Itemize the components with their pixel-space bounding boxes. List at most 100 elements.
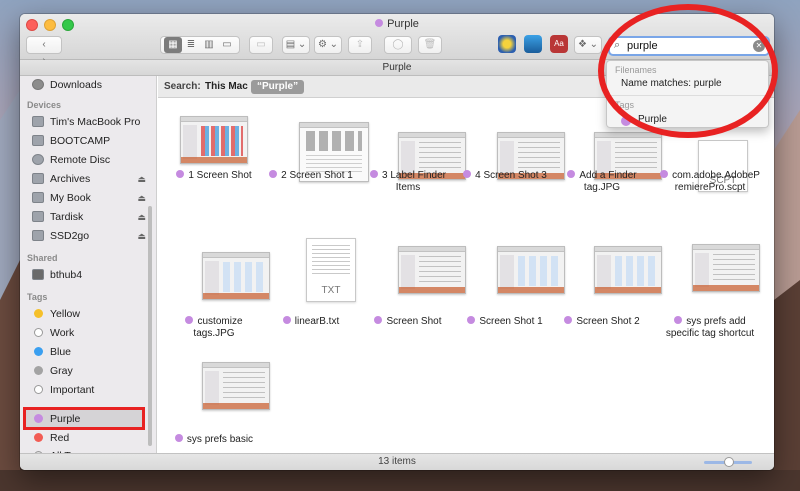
search-input[interactable]	[627, 39, 747, 53]
file-name-text: Screen Shot 2	[576, 316, 640, 327]
sidebar-item-macbook[interactable]: Tim's MacBook Pro	[32, 113, 156, 131]
file-name: linearB.txt	[261, 316, 361, 328]
file-item[interactable]: TXT linearB.txt	[261, 226, 361, 336]
sidebar-tag-blue[interactable]: Blue	[32, 343, 156, 361]
file-item[interactable]: Screen Shot 2	[552, 226, 662, 336]
scope-this-mac[interactable]: This Mac	[205, 76, 248, 98]
sidebar-scrollbar[interactable]	[148, 206, 152, 446]
sidebar-tag-work[interactable]: Work	[32, 324, 156, 342]
clear-search-icon[interactable]: ✕	[753, 40, 765, 52]
purple-tag-dot-icon	[176, 170, 185, 178]
file-name: customize tags.JPG	[164, 316, 264, 340]
app-shortcut-icon[interactable]	[498, 35, 516, 53]
icon-view-button[interactable]: ▦	[164, 37, 182, 53]
purple-tag-icon	[34, 414, 43, 423]
search-suggestions-popup: Filenames Name matches: purple Tags Purp…	[606, 60, 769, 128]
file-item[interactable]: Screen Shot 1	[455, 226, 565, 336]
purple-tag-dot-icon	[674, 316, 683, 324]
sidebar-item-remote-disc[interactable]: Remote Disc	[32, 151, 156, 169]
file-item[interactable]: 2 Screen Shot 1	[261, 106, 369, 216]
sidebar-item-label: Red	[50, 432, 70, 444]
red-tag-icon	[34, 433, 43, 442]
arrange-button[interactable]: ▤ ⌄	[282, 36, 310, 54]
action-button[interactable]: ⚙ ⌄	[314, 36, 342, 54]
screenshot-thumbnail	[692, 244, 760, 292]
trash-button[interactable]: 🗑	[418, 36, 442, 54]
sidebar-tag-red[interactable]: Red	[32, 429, 156, 447]
file-name: 2 Screen Shot 1	[261, 170, 361, 182]
sidebar-tag-purple[interactable]: Purple	[32, 410, 156, 428]
sidebar-item-ssd2go[interactable]: SSD2go ⏏	[32, 227, 156, 245]
sidebar-tag-important[interactable]: Important	[32, 381, 156, 399]
network-display-icon	[32, 269, 44, 280]
sidebar-item-label: Downloads	[50, 79, 102, 91]
sidebar-item-bthub4[interactable]: bthub4	[32, 266, 156, 284]
suggestion-name-matches[interactable]: Name matches: purple	[621, 78, 722, 89]
purple-tag-dot-icon	[374, 316, 383, 324]
icon-size-slider-knob[interactable]	[724, 457, 734, 467]
file-name: 4 Screen Shot 3	[455, 170, 555, 182]
downloads-icon	[32, 79, 44, 90]
back-forward-group: ‹›	[26, 36, 62, 66]
purple-tag-dot-icon	[375, 19, 384, 27]
file-name-text: 4 Screen Shot 3	[475, 170, 547, 181]
purple-tag-dot-icon	[174, 434, 183, 442]
status-bar: 13 items	[20, 453, 774, 470]
list-view-button[interactable]: ≣	[182, 37, 200, 53]
file-item[interactable]: 1 Screen Shot	[164, 106, 264, 216]
file-name-text: linearB.txt	[294, 316, 340, 327]
popup-divider	[607, 95, 768, 96]
file-name: 1 Screen Shot	[164, 170, 264, 182]
sidebar-item-downloads[interactable]: Downloads	[32, 76, 156, 94]
file-item[interactable]: 3 Label Finder Items	[358, 106, 466, 216]
yellow-tag-icon	[34, 309, 43, 318]
text-file-icon: TXT	[306, 238, 356, 302]
file-name-text: 2 Screen Shot 1	[281, 170, 353, 181]
screenshot-thumbnail	[202, 362, 270, 410]
view-mode-group: ▦ ≣ ▥ ▭	[160, 36, 240, 54]
eject-icon[interactable]: ⏏	[137, 170, 146, 188]
suggestion-tag-purple[interactable]: Purple	[638, 114, 667, 125]
new-folder-button[interactable]: ▭	[249, 36, 273, 54]
gallery-view-button[interactable]: ▭	[218, 37, 236, 53]
laptop-icon	[32, 116, 44, 127]
screenshot-thumbnail	[594, 246, 662, 294]
file-item[interactable]: sys prefs basic	[164, 346, 270, 446]
file-item[interactable]: sys prefs add specific tag shortcut	[660, 226, 760, 339]
layers-app-icon[interactable]	[524, 35, 542, 53]
file-item[interactable]: 4 Screen Shot 3	[455, 106, 565, 216]
purple-tag-dot-icon	[269, 170, 278, 178]
sidebar-item-label: Tim's MacBook Pro	[50, 116, 141, 128]
empty-tag-icon	[34, 328, 43, 337]
edit-tags-button[interactable]: ◯	[384, 36, 412, 54]
search-field[interactable]: ⌕ ✕	[608, 36, 770, 56]
sidebar-section-tags: Tags	[27, 292, 48, 302]
eject-icon[interactable]: ⏏	[137, 189, 146, 207]
item-count: 13 items	[378, 456, 416, 467]
sidebar-tag-yellow[interactable]: Yellow	[32, 305, 156, 323]
purple-tag-dot-icon	[660, 170, 669, 178]
sidebar-item-my-book[interactable]: My Book ⏏	[32, 189, 156, 207]
dictionary-app-icon[interactable]: Aa	[550, 35, 568, 53]
back-button[interactable]: ‹	[35, 37, 53, 53]
file-item[interactable]: customize tags.JPG	[164, 226, 270, 339]
purple-tag-dot-icon	[370, 170, 379, 178]
blue-tag-icon	[34, 347, 43, 356]
file-item[interactable]: Screen Shot	[358, 226, 466, 336]
purple-tag-dot-icon	[567, 170, 576, 178]
sidebar-item-bootcamp[interactable]: BOOTCAMP	[32, 132, 156, 150]
share-button[interactable]: ⇪	[348, 36, 372, 54]
file-name: Screen Shot 2	[552, 316, 652, 328]
sidebar-section-shared: Shared	[27, 253, 58, 263]
sidebar-item-tardisk[interactable]: Tardisk ⏏	[32, 208, 156, 226]
dropbox-button[interactable]: ❖ ⌄	[574, 36, 602, 54]
sidebar-tag-gray[interactable]: Gray	[32, 362, 156, 380]
eject-icon[interactable]: ⏏	[137, 227, 146, 245]
eject-icon[interactable]: ⏏	[137, 208, 146, 226]
sidebar-item-archives[interactable]: Archives ⏏	[32, 170, 156, 188]
suggestion-section-tags: Tags	[615, 100, 635, 110]
scope-current-folder[interactable]: “Purple”	[251, 80, 305, 94]
column-view-button[interactable]: ▥	[200, 37, 218, 53]
file-name-text: sys prefs basic	[186, 434, 254, 445]
external-drive-icon	[32, 211, 44, 222]
